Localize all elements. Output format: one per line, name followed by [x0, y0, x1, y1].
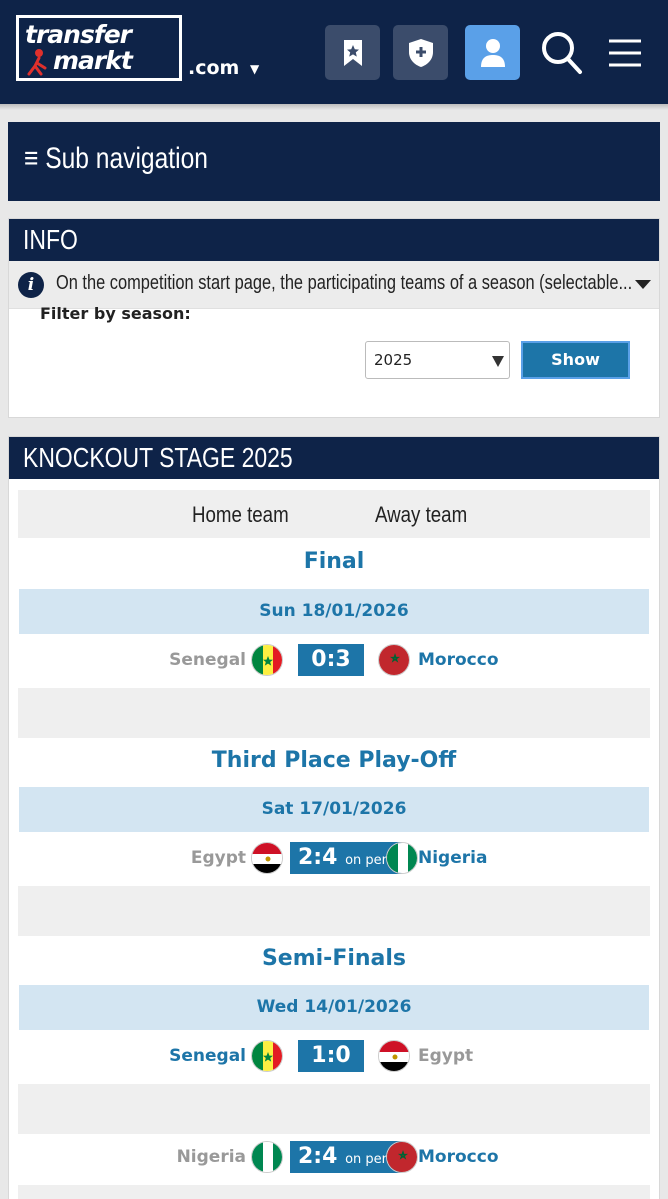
penalty-note: on pen	[345, 1152, 390, 1167]
home-team-name[interactable]: Senegal	[169, 650, 246, 670]
away-team-name[interactable]: Morocco	[418, 650, 499, 670]
match-score[interactable]: 1:0	[298, 1040, 364, 1072]
senegal-flag-icon	[251, 1040, 283, 1072]
egypt-flag-icon	[251, 842, 283, 874]
nigeria-flag-icon	[386, 842, 418, 874]
match-row[interactable]: Egypt 2:4 on pen Nigeria	[8, 832, 660, 886]
penalty-note: on pen	[345, 853, 390, 868]
match-row[interactable]: Nigeria 2:4 on pen Morocco	[8, 1131, 660, 1185]
nigeria-flag-icon	[251, 1141, 283, 1173]
match-date-bar: Sat 17/01/2026	[19, 787, 649, 832]
round-spacer	[18, 688, 650, 738]
column-home-team: Home team	[192, 502, 289, 527]
match-date-bar: Sun 18/01/2026	[19, 589, 649, 634]
match-date-bar: Wed 14/01/2026	[19, 985, 649, 1030]
egypt-flag-icon	[378, 1040, 410, 1072]
match-row[interactable]: Senegal 1:0 Egypt	[8, 1030, 660, 1084]
round-title-semi-finals: Semi-Finals	[261, 946, 407, 971]
column-away-team: Away team	[375, 502, 468, 527]
round-title-third-place: Third Place Play-Off	[211, 748, 457, 773]
match-score[interactable]: 0:3	[298, 644, 364, 676]
morocco-flag-icon	[386, 1141, 418, 1173]
morocco-flag-icon	[378, 644, 410, 676]
home-team-name[interactable]: Senegal	[169, 1046, 246, 1066]
away-team-name[interactable]: Morocco	[418, 1147, 499, 1167]
away-team-name[interactable]: Nigeria	[418, 848, 487, 868]
knockout-content: Home team Away team Final Sun 18/01/2026…	[8, 0, 660, 1199]
match-score: 2:4	[298, 1144, 338, 1169]
match-row[interactable]: Senegal 0:3 Morocco	[8, 634, 660, 688]
home-team-name[interactable]: Egypt	[191, 848, 246, 868]
column-header-row: Home team Away team	[18, 490, 650, 538]
match-score: 2:4	[298, 845, 338, 870]
round-title-final: Final	[303, 549, 365, 574]
match-spacer	[18, 1084, 650, 1134]
round-spacer	[18, 886, 650, 936]
away-team-name[interactable]: Egypt	[418, 1046, 473, 1066]
round-spacer	[18, 1185, 650, 1199]
senegal-flag-icon	[251, 644, 283, 676]
home-team-name[interactable]: Nigeria	[177, 1147, 246, 1167]
